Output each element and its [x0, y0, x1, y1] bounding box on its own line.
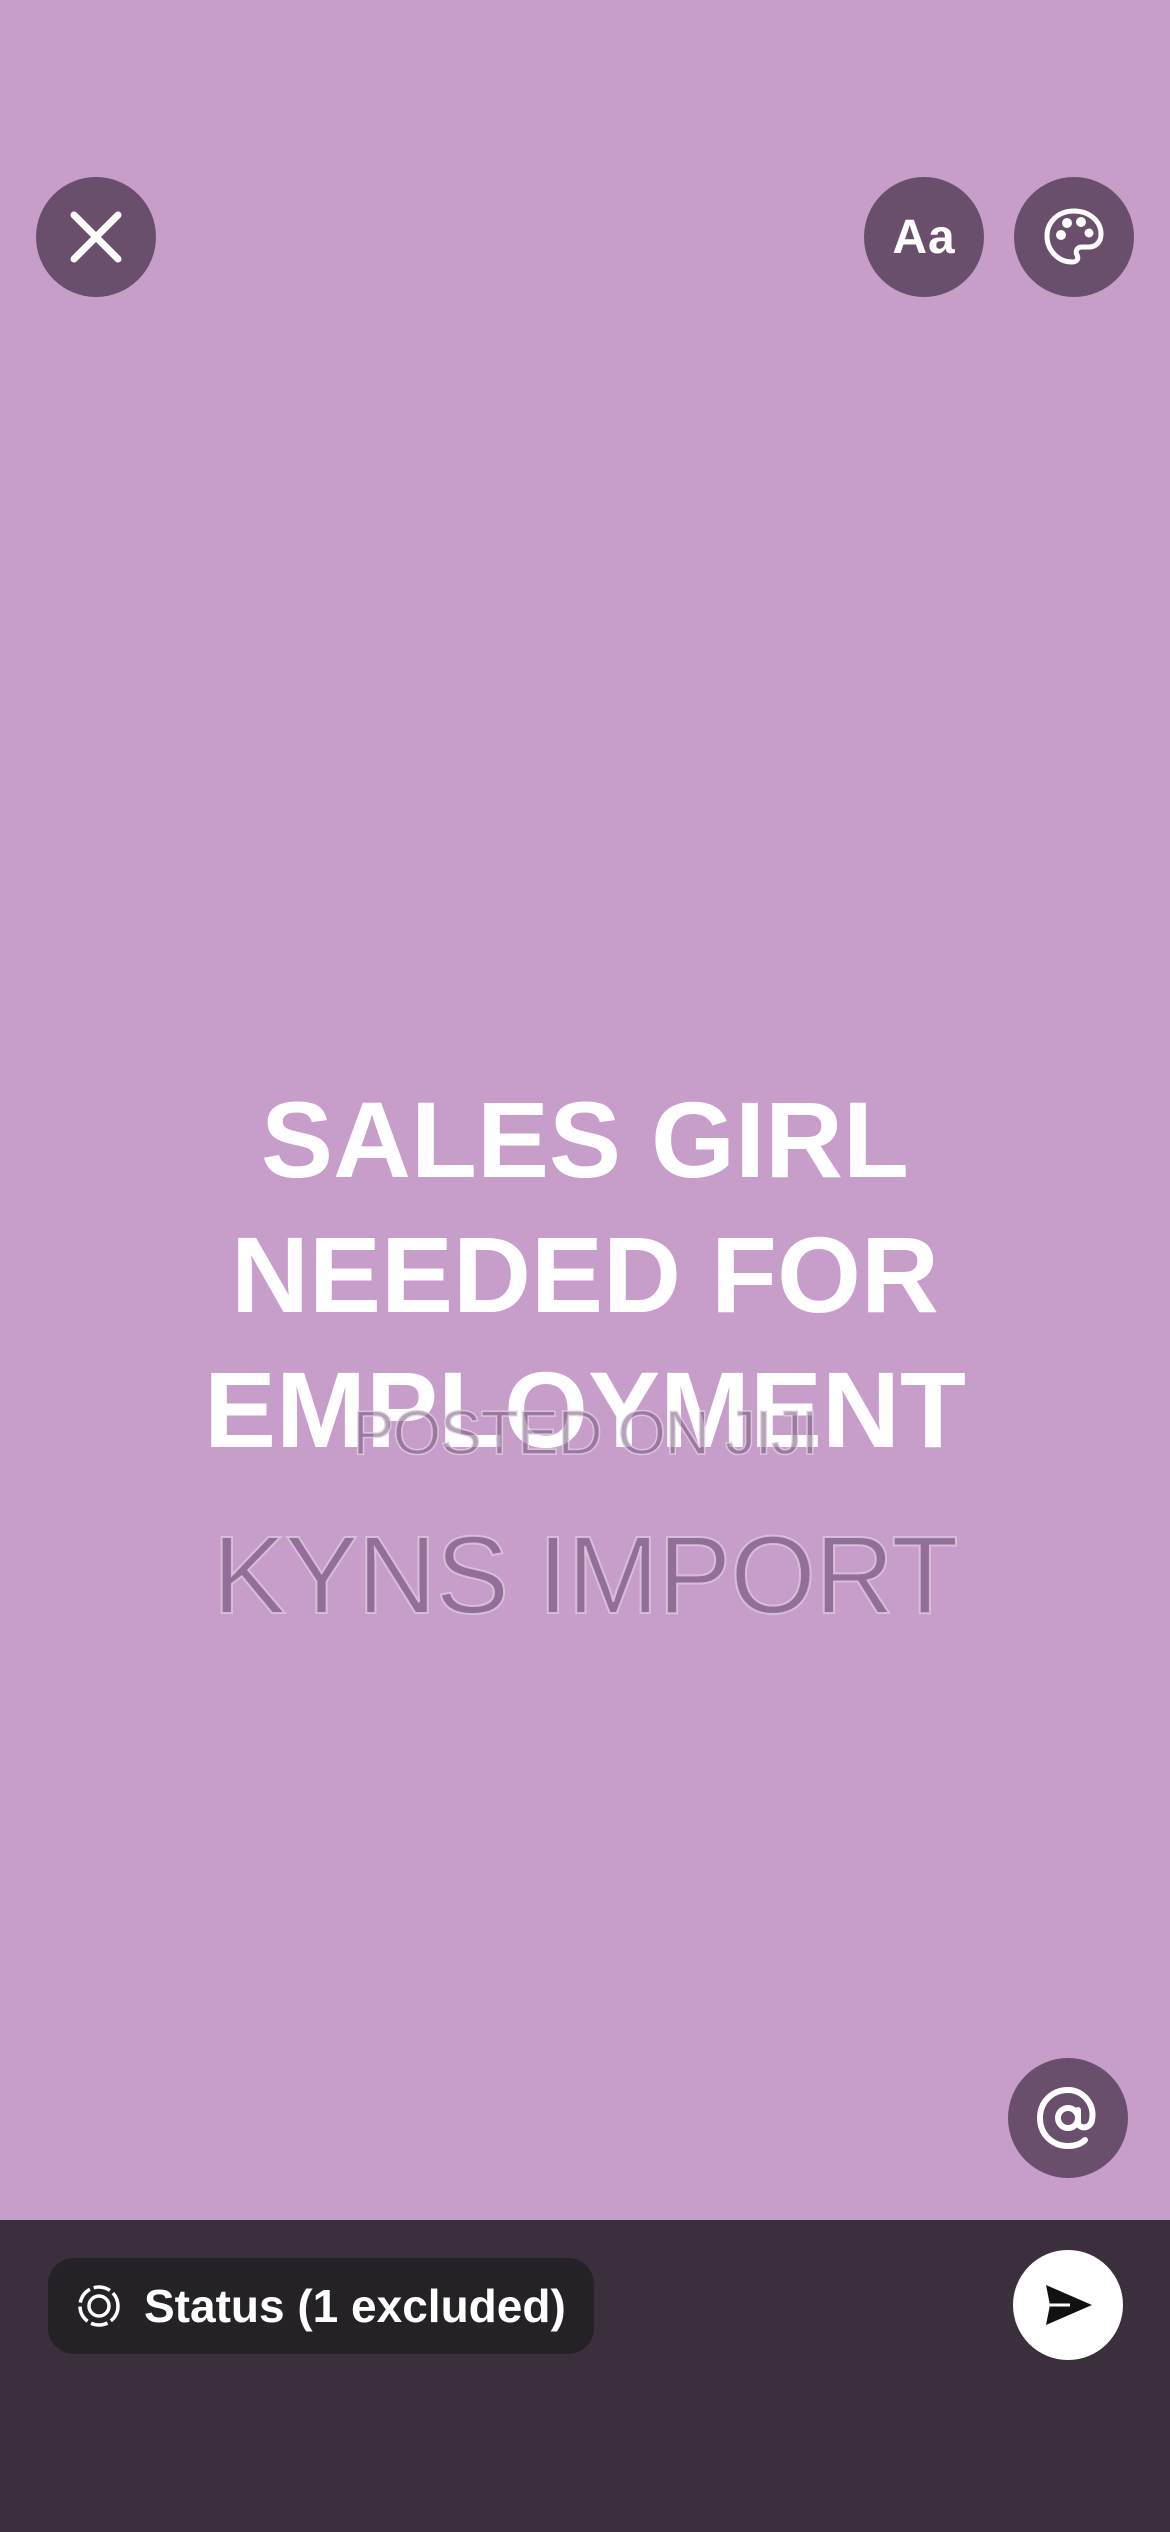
palette-icon — [1044, 208, 1104, 265]
at-icon — [1036, 2086, 1096, 2150]
send-icon — [1046, 2285, 1092, 2325]
close-button[interactable] — [36, 177, 156, 297]
watermark-seller-name: KYNS IMPORT — [212, 1513, 960, 1638]
close-icon — [70, 211, 122, 263]
status-composer-canvas[interactable]: Aa SALES GIRL NEEDED FOR EMPLOYMENT POST… — [0, 0, 1170, 2220]
bottom-bar: Status (1 excluded) — [0, 2220, 1170, 2532]
font-style-label: Aa — [892, 210, 956, 264]
status-ring-icon — [78, 2285, 120, 2327]
color-palette-button[interactable] — [1014, 177, 1134, 297]
status-audience-button[interactable]: Status (1 excluded) — [48, 2258, 594, 2354]
mention-button[interactable] — [1008, 2058, 1128, 2178]
font-style-button[interactable]: Aa — [864, 177, 984, 297]
status-audience-label: Status (1 excluded) — [144, 2280, 566, 2332]
send-button[interactable] — [1013, 2250, 1123, 2360]
watermark-posted-on: POSTED ON JIJI — [352, 1398, 819, 1469]
